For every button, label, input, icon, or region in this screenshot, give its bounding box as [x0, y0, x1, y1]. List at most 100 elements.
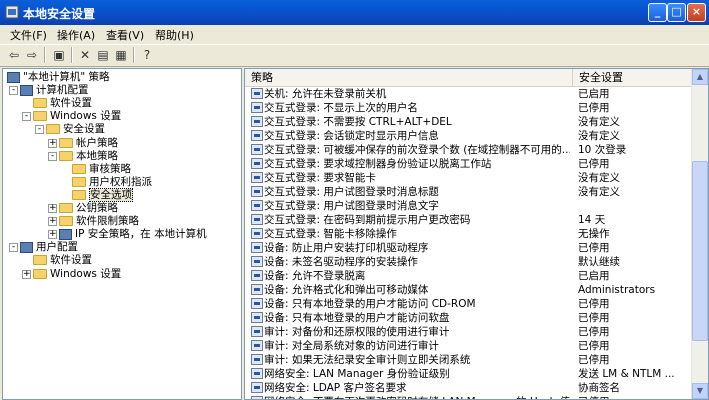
policy-row[interactable]: 交互式登录: 不显示上次的用户名 已停用 [245, 101, 693, 115]
policy-setting: 无操作 [578, 228, 610, 240]
tree-expander[interactable]: - [9, 86, 18, 96]
policy-setting: 协商签名 [578, 382, 620, 394]
scroll-down-button[interactable]: ▼ [692, 383, 708, 399]
column-header-setting[interactable]: 安全设置 [573, 69, 692, 86]
tree-expander[interactable]: - [48, 151, 57, 161]
tree-item[interactable]: 安全设置 [46, 123, 105, 136]
tree-expander[interactable]: + [48, 138, 57, 148]
policy-setting: 已停用 [578, 340, 610, 352]
policy-setting: 已停用 [578, 242, 610, 254]
policy-row[interactable]: 交互式登录: 用户试图登录时消息文字 [245, 199, 693, 213]
policy-setting: 14 天 [578, 214, 606, 226]
policy-row[interactable]: 关机: 允许在未登录前关机 已启用 [245, 87, 693, 101]
policy-row[interactable]: 交互式登录: 用户试图登录时消息标题 没有定义 [245, 185, 693, 199]
tree-item[interactable]: IP 安全策略，在 本地计算机 [59, 228, 207, 241]
policy-icon [251, 256, 263, 267]
tree-item[interactable]: 帐户策略 [59, 137, 118, 150]
tree-expander[interactable]: - [9, 243, 18, 253]
back-icon[interactable]: ⇦ [6, 47, 22, 63]
column-header-policy[interactable]: 策略 [245, 69, 573, 86]
policy-setting: 已停用 [578, 395, 690, 399]
policy-name: 交互式登录: 用户试图登录时消息标题 [264, 186, 439, 198]
tree-expander[interactable]: + [48, 230, 57, 240]
tree-item[interactable]: Windows 设置 [33, 110, 121, 123]
policy-row[interactable]: 审计: 如果无法纪录安全审计则立即关闭系统 已停用 [245, 353, 693, 367]
properties-icon[interactable]: ▤ [95, 47, 111, 63]
policy-row[interactable]: 交互式登录: 要求智能卡 没有定义 [245, 171, 693, 185]
toolbar: ⇦ ⇨ ▣ ✕ ▤ ▦ ? [0, 44, 709, 67]
help-icon[interactable]: ? [139, 47, 155, 63]
vertical-scrollbar[interactable]: ▲ ▼ [691, 69, 708, 399]
policy-row[interactable]: 设备: 只有本地登录的用户才能访问 CD-ROM 已停用 [245, 297, 693, 311]
policy-row[interactable]: 设备: 允许格式化和弹出可移动媒体 Administrators [245, 283, 693, 297]
scroll-thumb[interactable] [692, 161, 708, 341]
policy-setting: 10 次登录 [578, 144, 627, 156]
forward-icon[interactable]: ⇨ [24, 47, 40, 63]
policy-row[interactable]: 审计: 对全局系统对象的访问进行审计 已停用 [245, 339, 693, 353]
policy-setting: 已停用 [578, 298, 610, 310]
policy-list-pane[interactable]: 策略 安全设置 关机: 允许在未登录前关机 已启用 交互式登录: 不显示上次的用户名… [244, 68, 709, 400]
policy-row[interactable]: 网络安全: 不要在下次更改密码时存储 LAN Manager 的 Hash 值 已… [245, 395, 693, 399]
tree-expander[interactable]: + [48, 204, 57, 213]
tree-expander[interactable]: - [22, 112, 31, 122]
policy-name: 设备: 只有本地登录的用户才能访问 CD-ROM [264, 298, 476, 310]
policy-row[interactable]: 设备: 未签名驱动程序的安装操作 默认继续 [245, 255, 693, 269]
policy-icon [251, 368, 263, 379]
policy-row[interactable]: 设备: 防止用户安装打印机驱动程序 已停用 [245, 241, 693, 255]
tree-expander[interactable]: + [48, 217, 57, 227]
tree-item[interactable]: 本地策略 [59, 150, 118, 163]
policy-name: 交互式登录: 不需要按 CTRL+ALT+DEL [264, 116, 452, 128]
tree-item-label: 软件设置 [50, 97, 92, 110]
tree-item[interactable]: 公钥策略 [59, 202, 118, 215]
policy-row[interactable]: 审计: 对备份和还原权限的使用进行审计 已停用 [245, 325, 693, 339]
policy-setting: 已停用 [578, 326, 610, 338]
toolbar-separator [44, 47, 46, 63]
tree-item[interactable]: 软件设置 [33, 254, 92, 267]
policy-row[interactable]: 交互式登录: 可被缓冲保存的前次登录个数 (在域控制器不可用的... 10 次登录 [245, 143, 693, 157]
menu-help[interactable]: 帮助(H) [155, 27, 194, 43]
title-bar[interactable]: 本地安全设置 _ □ × [0, 0, 709, 25]
maximize-button[interactable]: □ [667, 3, 686, 22]
policy-name: 关机: 允许在未登录前关机 [264, 88, 387, 100]
policy-row[interactable]: 设备: 只有本地登录的用户才能访问软盘 已停用 [245, 311, 693, 325]
tree-pane[interactable]: "本地计算机" 策略 - 计算机配置 软件设置 - Windows 设置 - 安全设置 + 帐户策… [2, 68, 242, 400]
tree-item-label: 审核策略 [89, 162, 131, 175]
tree-item[interactable]: 用户配置 [20, 241, 78, 254]
policy-row[interactable]: 交互式登录: 会话锁定时显示用户信息 没有定义 [245, 129, 693, 143]
tree-item[interactable]: 安全选项 [72, 187, 133, 202]
policy-row[interactable]: 设备: 允许不登录脱离 已启用 [245, 269, 693, 283]
policy-icon [251, 228, 263, 239]
tree-item[interactable]: 用户权利指派 [72, 176, 152, 189]
tree-item[interactable]: 审核策略 [72, 163, 131, 176]
tree-expander[interactable]: + [22, 269, 31, 279]
policy-row[interactable]: 交互式登录: 智能卡移除操作 无操作 [245, 227, 693, 241]
tree-item[interactable]: 计算机配置 [20, 84, 89, 97]
menu-action[interactable]: 操作(A) [57, 27, 95, 43]
minimize-button[interactable]: _ [648, 3, 667, 22]
menu-file[interactable]: 文件(F) [10, 27, 47, 43]
up-folder-icon[interactable]: ▣ [51, 47, 67, 63]
policy-icon [251, 340, 263, 351]
window-title: 本地安全设置 [23, 7, 96, 21]
policy-row[interactable]: 网络安全: LDAP 客户签名要求 协商签名 [245, 381, 693, 395]
folder-icon [59, 150, 73, 161]
tree-item[interactable]: Windows 设置 [33, 268, 121, 281]
tree-item[interactable]: "本地计算机" 策略 [7, 71, 110, 84]
policy-row[interactable]: 交互式登录: 不需要按 CTRL+ALT+DEL 没有定义 [245, 115, 693, 129]
tree-item[interactable]: 软件设置 [33, 97, 92, 110]
policy-row[interactable]: 交互式登录: 要求域控制器身份验证以脱离工作站 已停用 [245, 157, 693, 171]
tree-item[interactable]: 软件限制策略 [59, 215, 139, 228]
delete-icon[interactable]: ✕ [77, 47, 93, 63]
folder-icon [46, 124, 60, 135]
policy-row[interactable]: 网络安全: LAN Manager 身份验证级别 发送 LM & NTLM ... [245, 367, 693, 381]
tree-expander[interactable]: - [35, 125, 44, 135]
folder-icon [59, 203, 73, 213]
menu-view[interactable]: 查看(V) [106, 27, 144, 43]
close-button[interactable]: × [687, 3, 706, 22]
folder-icon [33, 268, 47, 279]
export-list-icon[interactable]: ▦ [113, 47, 129, 63]
policy-name: 交互式登录: 要求智能卡 [264, 172, 376, 184]
policy-row[interactable]: 交互式登录: 在密码到期前提示用户更改密码 14 天 [245, 213, 693, 227]
scroll-up-button[interactable]: ▲ [692, 69, 708, 85]
tree-item-label: Windows 设置 [50, 110, 122, 123]
